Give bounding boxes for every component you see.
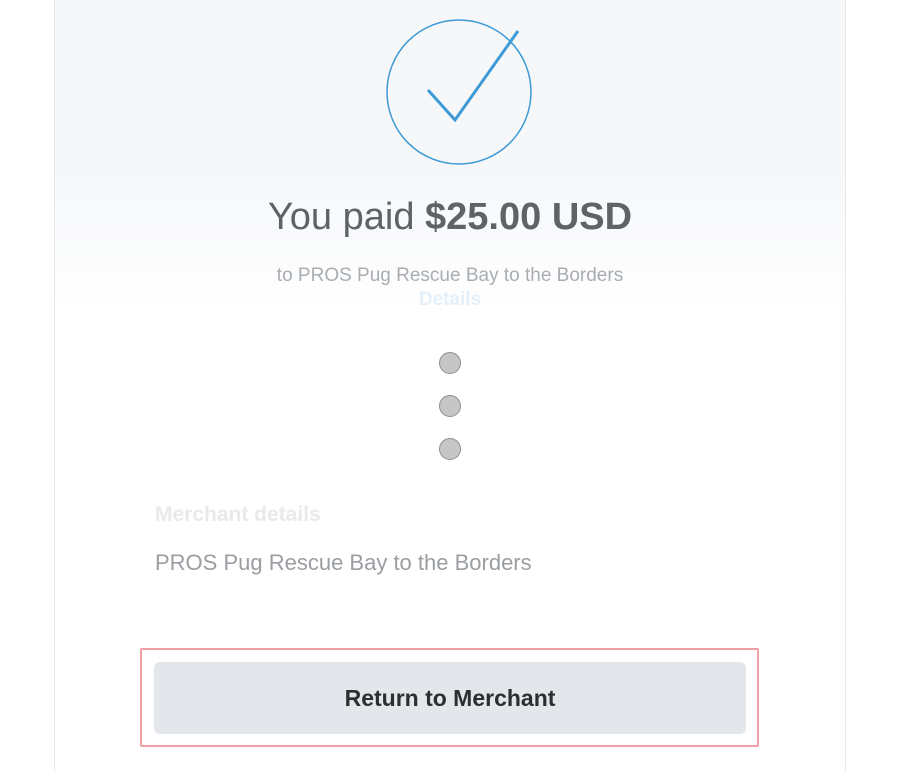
- merchant-name: PROS Pug Rescue Bay to the Borders: [155, 550, 532, 575]
- return-to-merchant-button[interactable]: Return to Merchant: [154, 662, 746, 734]
- paid-prefix: You paid: [267, 196, 415, 238]
- details-link[interactable]: Details: [55, 289, 845, 311]
- vertical-dots-icon: [439, 438, 461, 460]
- merchant-details-heading: Merchant details: [155, 503, 321, 526]
- payment-confirmation-page: You paid $25.00 USD to PROS Pug Rescue B…: [0, 0, 900, 771]
- vertical-dots-icon: [439, 395, 461, 417]
- paid-amount: $25.00 USD: [425, 196, 633, 238]
- vertical-dots-icon: [439, 352, 461, 374]
- payee-line: to PROS Pug Rescue Bay to the Borders: [276, 265, 624, 286]
- payment-summary: You paid $25.00 USD: [55, 196, 845, 239]
- checkmark-circle-icon: [385, 18, 533, 166]
